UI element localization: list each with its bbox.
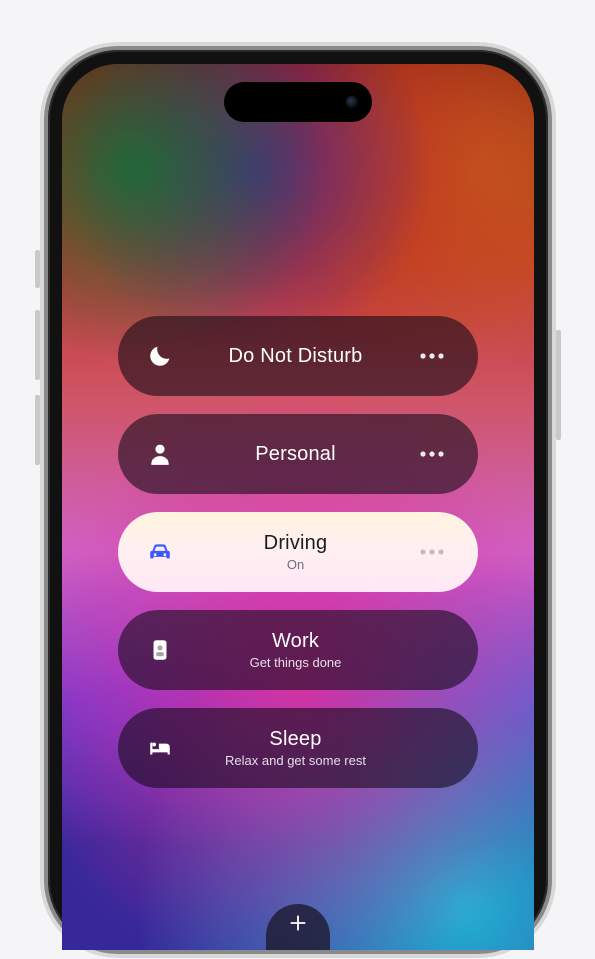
focus-item-labels: Personal [180, 443, 412, 466]
focus-mode-list: Do Not Disturb Personal [118, 316, 478, 788]
iphone-device-frame: Do Not Disturb Personal [48, 50, 548, 950]
focus-item-subtitle: Get things done [180, 655, 412, 670]
more-icon[interactable] [412, 450, 452, 458]
badge-icon [140, 637, 180, 663]
focus-item-title: Sleep [180, 728, 412, 751]
focus-item-subtitle: Relax and get some rest [180, 753, 412, 768]
focus-item-title: Do Not Disturb [180, 345, 412, 368]
focus-item-sleep[interactable]: Sleep Relax and get some rest [118, 708, 478, 788]
side-button [556, 330, 561, 440]
more-icon[interactable] [412, 352, 452, 360]
person-icon [140, 441, 180, 467]
focus-item-labels: Driving On [180, 532, 412, 572]
ring-switch [35, 250, 40, 288]
dynamic-island [224, 82, 372, 122]
focus-item-personal[interactable]: Personal [118, 414, 478, 494]
more-icon[interactable] [412, 548, 452, 556]
focus-item-do-not-disturb[interactable]: Do Not Disturb [118, 316, 478, 396]
plus-icon [287, 912, 309, 934]
moon-icon [140, 343, 180, 369]
focus-item-work[interactable]: Work Get things done [118, 610, 478, 690]
car-icon [140, 539, 180, 565]
focus-item-title: Personal [180, 443, 412, 466]
screen: Do Not Disturb Personal [62, 64, 534, 950]
focus-item-title: Work [180, 630, 412, 653]
focus-item-title: Driving [180, 532, 412, 555]
volume-down [35, 395, 40, 465]
focus-item-subtitle: On [180, 557, 412, 572]
focus-item-labels: Do Not Disturb [180, 345, 412, 368]
volume-up [35, 310, 40, 380]
focus-item-labels: Sleep Relax and get some rest [180, 728, 412, 768]
focus-item-labels: Work Get things done [180, 630, 412, 670]
bed-icon [140, 735, 180, 761]
add-focus-button[interactable] [266, 904, 330, 950]
focus-item-driving[interactable]: Driving On [118, 512, 478, 592]
